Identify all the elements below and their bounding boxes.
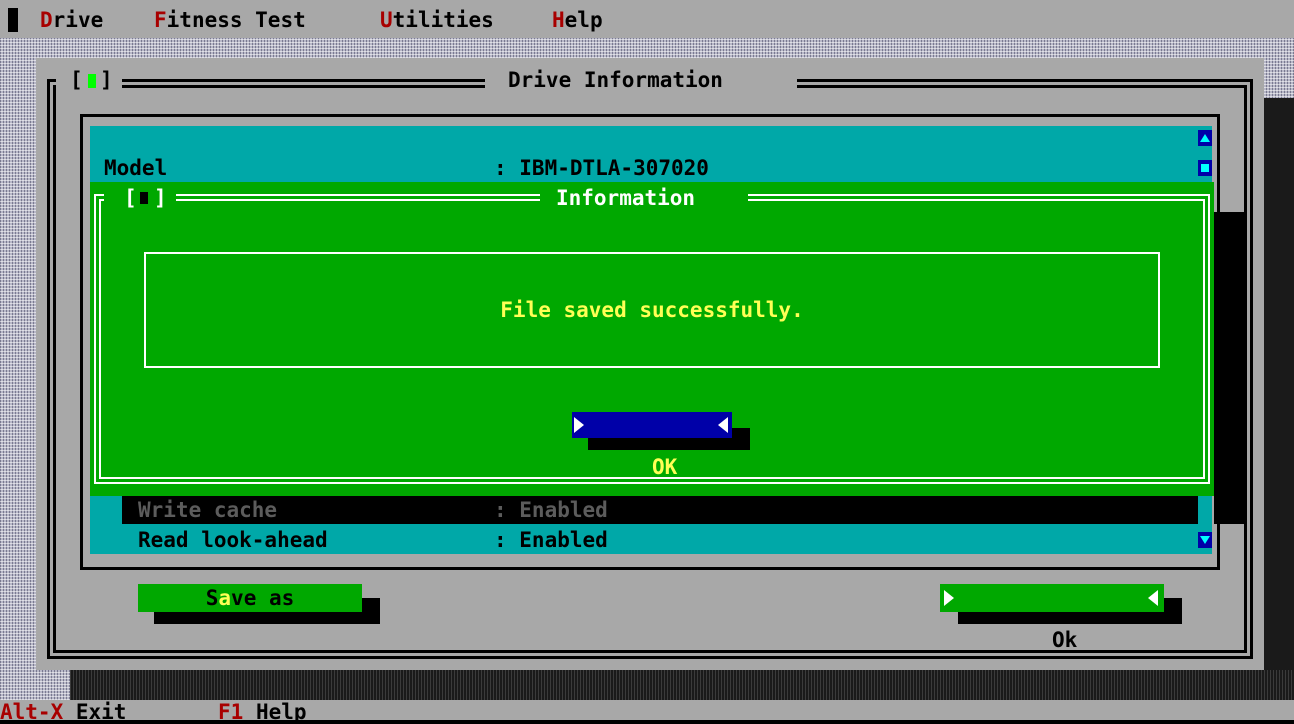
menu-fitness-test-label: itness Test bbox=[166, 8, 306, 32]
row-label: Write cache bbox=[138, 498, 278, 522]
close-bracket-right: ] bbox=[154, 186, 167, 210]
window-shadow-bottom bbox=[70, 670, 1294, 700]
close-bracket-left: [ bbox=[124, 186, 137, 210]
status-exit-label: Exit bbox=[75, 700, 127, 724]
save-as-hotkey: a bbox=[218, 586, 232, 610]
menu-utilities-label: tilities bbox=[392, 8, 494, 32]
dialog-ok-label: OK bbox=[652, 455, 678, 479]
menu-drive-label: rive bbox=[52, 8, 104, 32]
close-bracket-right: ] bbox=[100, 68, 113, 92]
close-icon bbox=[88, 74, 96, 88]
status-exit-key: Alt-X bbox=[0, 700, 64, 724]
triangle-left-icon bbox=[718, 417, 728, 433]
window-close-button[interactable]: [ ] bbox=[56, 66, 122, 94]
status-bar bbox=[0, 700, 1294, 720]
window-shadow-right bbox=[1264, 98, 1294, 700]
menu-drive[interactable]: Drive bbox=[40, 10, 103, 31]
arrow-up-icon bbox=[1200, 134, 1210, 142]
close-bracket-left: [ bbox=[70, 68, 83, 92]
dialog-title: Information bbox=[556, 186, 696, 210]
scrollbar-thumb[interactable] bbox=[1198, 160, 1212, 176]
status-help-key: F1 bbox=[218, 700, 244, 724]
save-as-label-start: S bbox=[205, 586, 219, 610]
row-value: : IBM-DTLA-307020 bbox=[494, 156, 709, 180]
menu-drive-hotkey: D bbox=[40, 8, 53, 32]
save-as-button[interactable]: Save as bbox=[138, 584, 362, 612]
row-value: : Enabled bbox=[494, 498, 608, 522]
menu-fitness-test-hotkey: F bbox=[154, 8, 167, 32]
status-help-label: Help bbox=[255, 700, 307, 724]
arrow-down-icon bbox=[1200, 536, 1210, 544]
menu-help-label: elp bbox=[564, 8, 603, 32]
menu-utilities-hotkey: U bbox=[380, 8, 393, 32]
row-value: : Enabled bbox=[494, 528, 608, 552]
ok-button[interactable]: Ok bbox=[940, 584, 1164, 651]
row-label: Model bbox=[104, 156, 168, 180]
menu-help-hotkey: H bbox=[552, 8, 565, 32]
triangle-right-icon bbox=[944, 590, 954, 606]
menu-cursor bbox=[8, 8, 18, 32]
dialog-close-button[interactable]: [ ] bbox=[104, 184, 176, 210]
dialog-ok-button[interactable]: OK bbox=[572, 412, 732, 478]
scroll-down-button[interactable] bbox=[1198, 532, 1212, 548]
scroll-up-button[interactable] bbox=[1198, 130, 1212, 146]
save-as-label-end: ve as bbox=[231, 586, 295, 610]
selected-row-highlight bbox=[122, 496, 1200, 524]
ok-button-label: Ok bbox=[1052, 628, 1078, 652]
dialog-shadow bbox=[1214, 212, 1246, 524]
triangle-left-icon bbox=[1148, 590, 1158, 606]
close-icon bbox=[140, 192, 148, 204]
menu-fitness-test[interactable]: Fitness Test bbox=[154, 10, 306, 31]
window-title: Drive Information bbox=[508, 68, 723, 92]
dialog-message: File saved successfully. bbox=[500, 298, 804, 322]
row-label: Read look-ahead bbox=[138, 528, 328, 552]
triangle-right-icon bbox=[574, 417, 584, 433]
menu-help[interactable]: Help bbox=[552, 10, 603, 31]
menu-utilities[interactable]: Utilities bbox=[380, 10, 494, 31]
